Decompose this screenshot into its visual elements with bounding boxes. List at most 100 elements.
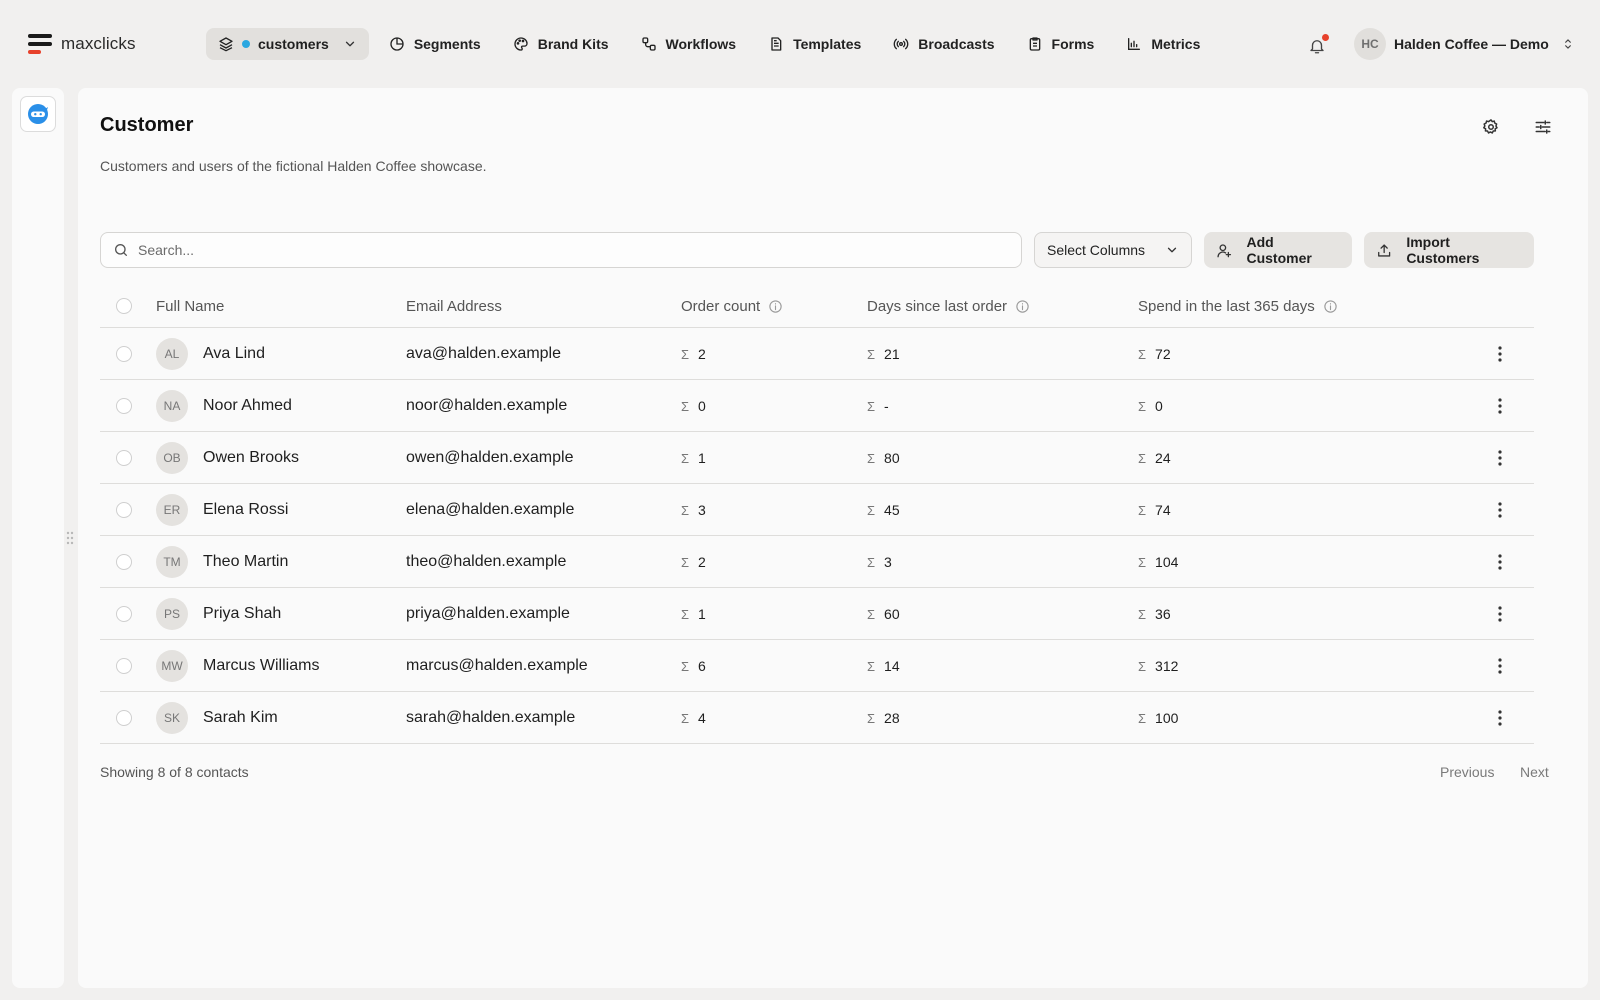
search-input[interactable] <box>138 242 998 258</box>
cell-value: 72 <box>1155 346 1171 362</box>
cell-full-name[interactable]: Noor Ahmed <box>203 380 292 432</box>
info-icon[interactable] <box>768 299 783 314</box>
avatar: AL <box>156 338 188 370</box>
column-header-order-count[interactable]: Order count <box>681 284 783 328</box>
table-row[interactable]: OB Owen Brooks owen@halden.example Σ 1 Σ 80 Σ 24 <box>100 432 1534 484</box>
table-row[interactable]: SK Sarah Kim sarah@halden.example Σ 4 Σ 28 Σ 100 <box>100 692 1534 744</box>
nav-brand-kits[interactable]: Brand Kits <box>513 28 609 60</box>
sum-icon: Σ <box>1138 346 1147 362</box>
cell-full-name[interactable]: Marcus Williams <box>203 640 319 692</box>
row-checkbox[interactable] <box>116 502 132 518</box>
more-vertical-icon <box>1498 346 1502 362</box>
add-customer-label: Add Customer <box>1246 234 1312 266</box>
table-row[interactable]: AL Ava Lind ava@halden.example Σ 2 Σ 21 Σ 72 <box>100 328 1534 380</box>
cell-value: 3 <box>884 554 892 570</box>
cell-email[interactable]: priya@halden.example <box>406 588 570 640</box>
nav-metrics[interactable]: Metrics <box>1126 28 1200 60</box>
cell-order-count: Σ4 <box>681 692 706 744</box>
cell-email[interactable]: owen@halden.example <box>406 432 573 484</box>
row-checkbox[interactable] <box>116 554 132 570</box>
row-actions-button[interactable] <box>1490 396 1510 416</box>
previous-page-button[interactable]: Previous <box>1440 764 1494 780</box>
nav-segments[interactable]: Segments <box>389 28 481 60</box>
row-actions-button[interactable] <box>1490 604 1510 624</box>
sum-icon: Σ <box>1138 450 1147 466</box>
row-actions-button[interactable] <box>1490 448 1510 468</box>
sum-icon: Σ <box>867 606 876 622</box>
cell-email[interactable]: theo@halden.example <box>406 536 566 588</box>
cell-value: - <box>884 398 889 414</box>
sum-icon: Σ <box>867 346 876 362</box>
nav-item-label: Forms <box>1051 36 1095 52</box>
row-checkbox[interactable] <box>116 398 132 414</box>
cell-full-name[interactable]: Ava Lind <box>203 328 265 380</box>
user-plus-icon <box>1217 243 1232 257</box>
next-page-button[interactable]: Next <box>1520 764 1549 780</box>
search-box[interactable] <box>100 232 1022 268</box>
row-checkbox[interactable] <box>116 658 132 674</box>
table-row[interactable]: PS Priya Shah priya@halden.example Σ 1 Σ 60 Σ 36 <box>100 588 1534 640</box>
cell-value: 21 <box>884 346 900 362</box>
cell-email[interactable]: ava@halden.example <box>406 328 561 380</box>
row-checkbox[interactable] <box>116 450 132 466</box>
cell-value: 104 <box>1155 554 1179 570</box>
row-actions-button[interactable] <box>1490 344 1510 364</box>
cell-full-name[interactable]: Owen Brooks <box>203 432 299 484</box>
info-icon[interactable] <box>1015 299 1030 314</box>
cell-full-name[interactable]: Priya Shah <box>203 588 281 640</box>
nav-broadcasts[interactable]: Broadcasts <box>893 28 995 60</box>
cell-email[interactable]: noor@halden.example <box>406 380 567 432</box>
import-customers-button[interactable]: Import Customers <box>1364 232 1534 268</box>
avatar: TM <box>156 546 188 578</box>
cell-full-name[interactable]: Sarah Kim <box>203 692 278 744</box>
table-row[interactable]: MW Marcus Williams marcus@halden.example Σ 6… <box>100 640 1534 692</box>
nav-item-label: Metrics <box>1151 36 1201 52</box>
settings-button[interactable] <box>1482 118 1500 136</box>
nav-item-label: Segments <box>413 36 481 52</box>
cell-full-name[interactable]: Theo Martin <box>203 536 288 588</box>
row-actions-button[interactable] <box>1490 552 1510 572</box>
cell-full-name[interactable]: Elena Rossi <box>203 484 288 536</box>
cell-email[interactable]: elena@halden.example <box>406 484 574 536</box>
notifications-button[interactable] <box>1308 34 1330 56</box>
cell-email[interactable]: marcus@halden.example <box>406 640 588 692</box>
column-header-spend-365[interactable]: Spend in the last 365 days <box>1138 284 1338 328</box>
cell-days-since-last-order: Σ 80 <box>867 432 900 484</box>
workspace-selector[interactable]: customers <box>206 28 369 60</box>
row-checkbox[interactable] <box>116 710 132 726</box>
row-actions-button[interactable] <box>1490 708 1510 728</box>
workspace-label: customers <box>258 36 329 52</box>
add-customer-button[interactable]: Add Customer <box>1204 232 1352 268</box>
account-switcher[interactable]: HC Halden Coffee — Demo <box>1354 28 1575 60</box>
nav-templates[interactable]: Templates <box>768 28 861 60</box>
column-header-full-name[interactable]: Full Name <box>156 284 224 328</box>
view-options-button[interactable] <box>1534 118 1552 136</box>
row-checkbox[interactable] <box>116 606 132 622</box>
panel-resize-handle[interactable] <box>65 530 75 546</box>
nav-item-label: Workflows <box>665 36 737 52</box>
info-icon[interactable] <box>1323 299 1338 314</box>
cell-email[interactable]: sarah@halden.example <box>406 692 575 744</box>
column-header-email[interactable]: Email Address <box>406 284 502 328</box>
nav-forms[interactable]: Forms <box>1027 28 1095 60</box>
ninja-bot-icon <box>28 104 48 124</box>
app-logo[interactable]: maxclicks <box>28 34 136 54</box>
left-rail <box>12 88 64 988</box>
select-columns-dropdown[interactable]: Select Columns <box>1034 232 1192 268</box>
nav-workflows[interactable]: Workflows <box>641 28 737 60</box>
chevron-down-icon <box>345 41 354 47</box>
table-row[interactable]: NA Noor Ahmed noor@halden.example Σ 0 Σ - Σ 0 <box>100 380 1534 432</box>
notification-badge <box>1322 34 1329 41</box>
avatar: OB <box>156 442 188 474</box>
column-header-days-since-last-order[interactable]: Days since last order <box>867 284 1030 328</box>
row-actions-button[interactable] <box>1490 656 1510 676</box>
header-label: Full Name <box>156 297 225 315</box>
row-checkbox[interactable] <box>116 346 132 362</box>
header-label: Days since last order <box>867 297 1008 315</box>
select-all-checkbox[interactable] <box>116 298 132 314</box>
row-actions-button[interactable] <box>1490 500 1510 520</box>
table-row[interactable]: ER Elena Rossi elena@halden.example Σ 3 Σ 45 Σ 7… <box>100 484 1534 536</box>
table-row[interactable]: TM Theo Martin theo@halden.example Σ 2 Σ 3 Σ 104 <box>100 536 1534 588</box>
cell-value: 1 <box>698 606 706 622</box>
rail-app-button[interactable] <box>20 96 56 132</box>
